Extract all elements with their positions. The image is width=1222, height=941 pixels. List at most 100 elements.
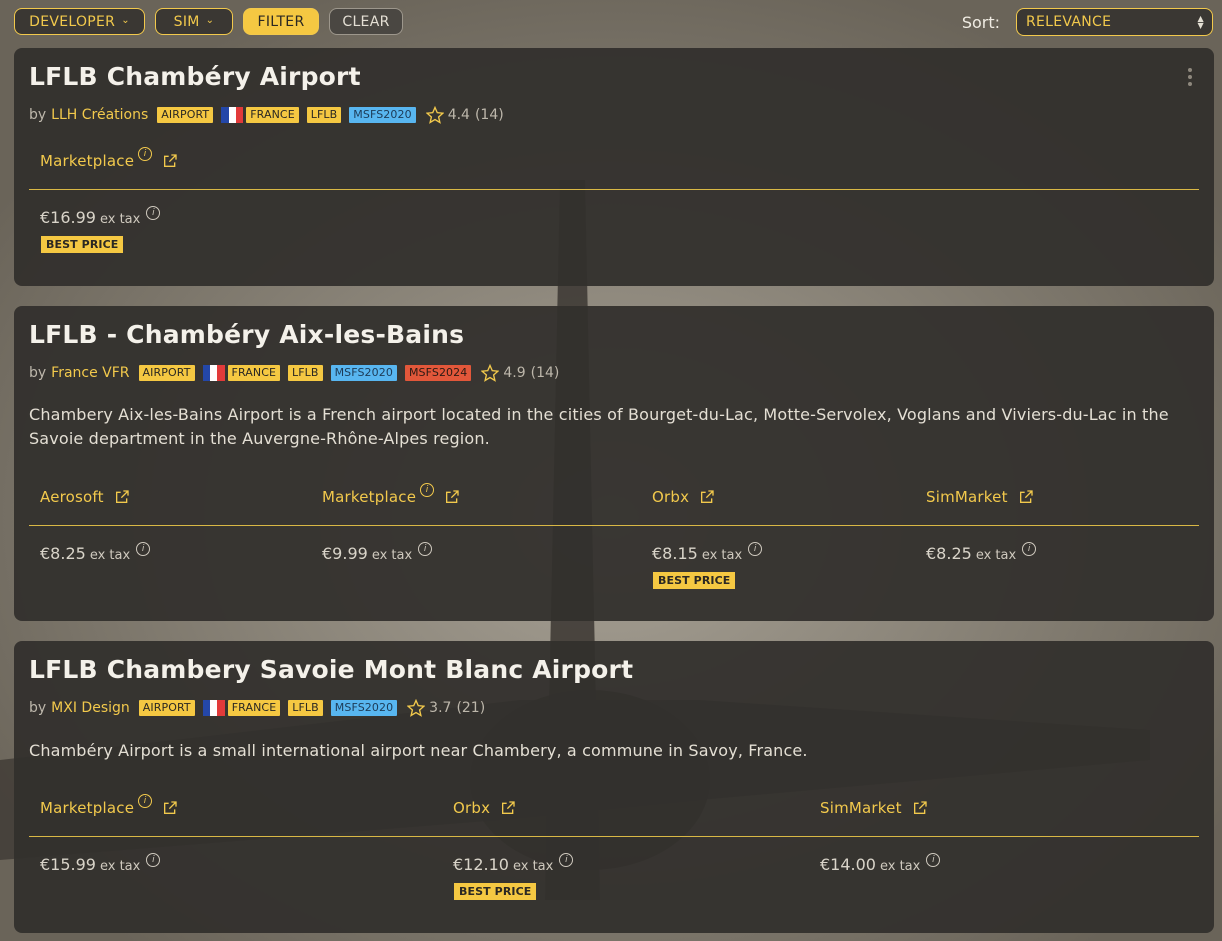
product-meta: by MXI Design AIRPORT FRANCE LFLB MSFS20… [29, 699, 485, 717]
divider [29, 525, 1199, 526]
price-value: €15.99 [40, 855, 96, 874]
best-price-badge: BEST PRICE [653, 572, 736, 589]
select-arrows-icon: ▲ ▼ [1197, 14, 1204, 30]
badge-msfs2020[interactable]: MSFS2020 [330, 365, 397, 381]
ex-tax-label: ex tax [975, 548, 1017, 563]
product-title[interactable]: LFLB - Chambéry Aix-les-Bains [29, 320, 464, 349]
filter-toolbar: DEVELOPER ⌄ SIM ⌄ FILTER CLEAR Sort: REL… [14, 8, 1213, 38]
star-icon [425, 106, 444, 124]
developer-link[interactable]: MXI Design [51, 700, 130, 716]
info-icon[interactable]: i [418, 542, 433, 556]
external-link-icon [115, 490, 129, 503]
badge-country[interactable]: FRANCE [227, 700, 281, 716]
info-icon[interactable]: i [136, 542, 151, 556]
rating-count: (21) [456, 700, 486, 716]
chevron-down-icon: ⌄ [121, 15, 130, 26]
rating-count: (14) [474, 107, 504, 123]
vendor-name: Marketplace [40, 152, 135, 170]
info-icon[interactable]: i [146, 206, 161, 220]
badge-type[interactable]: AIRPORT [138, 700, 195, 716]
vendor-link-marketplace[interactable]: Marketplace i [40, 147, 178, 170]
by-label: by [29, 365, 47, 381]
vendor-price: €16.99 ex tax i [40, 206, 161, 228]
developer-link[interactable]: LLH Créations [51, 107, 148, 123]
price-value: €8.15 [652, 544, 698, 563]
external-link-icon [701, 490, 714, 503]
vendor-price: €8.25 ex tax i [40, 542, 151, 564]
info-icon[interactable]: i [146, 853, 161, 867]
product-card: LFLB Chambery Savoie Mont Blanc Airport … [14, 641, 1214, 933]
product-title[interactable]: LFLB Chambery Savoie Mont Blanc Airport [29, 655, 633, 684]
vendor-link-marketplace[interactable]: Marketplace i [322, 483, 460, 506]
vendor-link-marketplace[interactable]: Marketplace i [40, 794, 178, 817]
badge-msfs2020[interactable]: MSFS2020 [330, 700, 398, 716]
sim-dropdown[interactable]: SIM ⌄ [155, 8, 233, 35]
info-icon[interactable]: i [420, 483, 435, 497]
ex-tax-label: ex tax [701, 548, 743, 563]
price-value: €14.00 [820, 855, 876, 874]
vendor-price: €8.25 ex tax i [926, 542, 1037, 564]
filter-button[interactable]: FILTER [243, 8, 319, 35]
product-card: LFLB Chambéry Airport by LLH Créations A… [14, 48, 1214, 286]
france-flag-icon [202, 365, 225, 381]
external-link-icon [1019, 490, 1033, 503]
vendor-link-simmarket[interactable]: SimMarket [820, 799, 928, 817]
ex-tax-label: ex tax [371, 548, 413, 563]
info-icon[interactable]: i [138, 794, 153, 808]
vendor-name: Orbx [453, 799, 491, 817]
vendor-price: €15.99 ex tax i [40, 853, 161, 875]
vendor-name: Marketplace [40, 799, 135, 817]
vendor-link-simmarket[interactable]: SimMarket [926, 488, 1034, 506]
france-flag-icon [202, 700, 225, 716]
ex-tax-label: ex tax [512, 859, 554, 874]
info-icon[interactable]: i [926, 853, 941, 867]
badge-country[interactable]: FRANCE [227, 365, 281, 381]
rating-value: 4.9 [503, 365, 526, 381]
external-link-icon [164, 801, 177, 814]
price-value: €8.25 [40, 544, 86, 563]
vendor-name: Orbx [652, 488, 690, 506]
badge-icao[interactable]: LFLB [288, 700, 323, 716]
product-title[interactable]: LFLB Chambéry Airport [29, 62, 361, 91]
rating-value: 3.7 [429, 700, 452, 716]
france-flag-icon [221, 107, 244, 123]
star-icon [481, 364, 500, 382]
more-options-icon[interactable] [1188, 68, 1194, 89]
vendor-link-orbx[interactable]: Orbx [652, 488, 715, 506]
badge-msfs2024[interactable]: MSFS2024 [404, 365, 472, 381]
info-icon[interactable]: i [748, 542, 763, 556]
product-card: LFLB - Chambéry Aix-les-Bains by France … [14, 306, 1214, 621]
badge-type[interactable]: AIRPORT [157, 107, 214, 123]
product-meta: by LLH Créations AIRPORT FRANCE LFLB MSF… [29, 106, 504, 124]
developer-dropdown[interactable]: DEVELOPER ⌄ [14, 8, 145, 35]
price-value: €12.10 [453, 855, 509, 874]
vendor-link-aerosoft[interactable]: Aerosoft [40, 488, 130, 506]
best-price-badge: BEST PRICE [41, 236, 124, 253]
star-icon [407, 699, 426, 717]
ex-tax-label: ex tax [99, 212, 141, 227]
vendor-price: €12.10 ex tax i [453, 853, 574, 875]
info-icon[interactable]: i [138, 147, 153, 161]
vendor-link-orbx[interactable]: Orbx [453, 799, 516, 817]
sort-value: RELEVANCE [1026, 14, 1112, 30]
vendor-name: Aerosoft [40, 488, 104, 506]
ex-tax-label: ex tax [99, 859, 141, 874]
developer-link[interactable]: France VFR [51, 365, 129, 381]
info-icon[interactable]: i [559, 853, 574, 867]
vendor-name: Marketplace [322, 488, 417, 506]
badge-type[interactable]: AIRPORT [138, 365, 195, 381]
badge-icao[interactable]: LFLB [288, 365, 323, 381]
badge-msfs2020[interactable]: MSFS2020 [349, 107, 416, 123]
clear-button[interactable]: CLEAR [329, 8, 403, 35]
product-meta: by France VFR AIRPORT FRANCE LFLB MSFS20… [29, 364, 559, 382]
best-price-badge: BEST PRICE [454, 883, 537, 900]
sort-select[interactable]: RELEVANCE ▲ ▼ [1016, 8, 1213, 36]
divider [29, 189, 1199, 190]
ex-tax-label: ex tax [89, 548, 131, 563]
badge-country[interactable]: FRANCE [246, 107, 299, 123]
vendor-name: SimMarket [926, 488, 1008, 506]
badge-icao[interactable]: LFLB [306, 107, 342, 123]
external-link-icon [446, 490, 459, 503]
product-description: Chambery Aix-les-Bains Airport is a Fren… [29, 405, 1169, 448]
info-icon[interactable]: i [1022, 542, 1037, 556]
